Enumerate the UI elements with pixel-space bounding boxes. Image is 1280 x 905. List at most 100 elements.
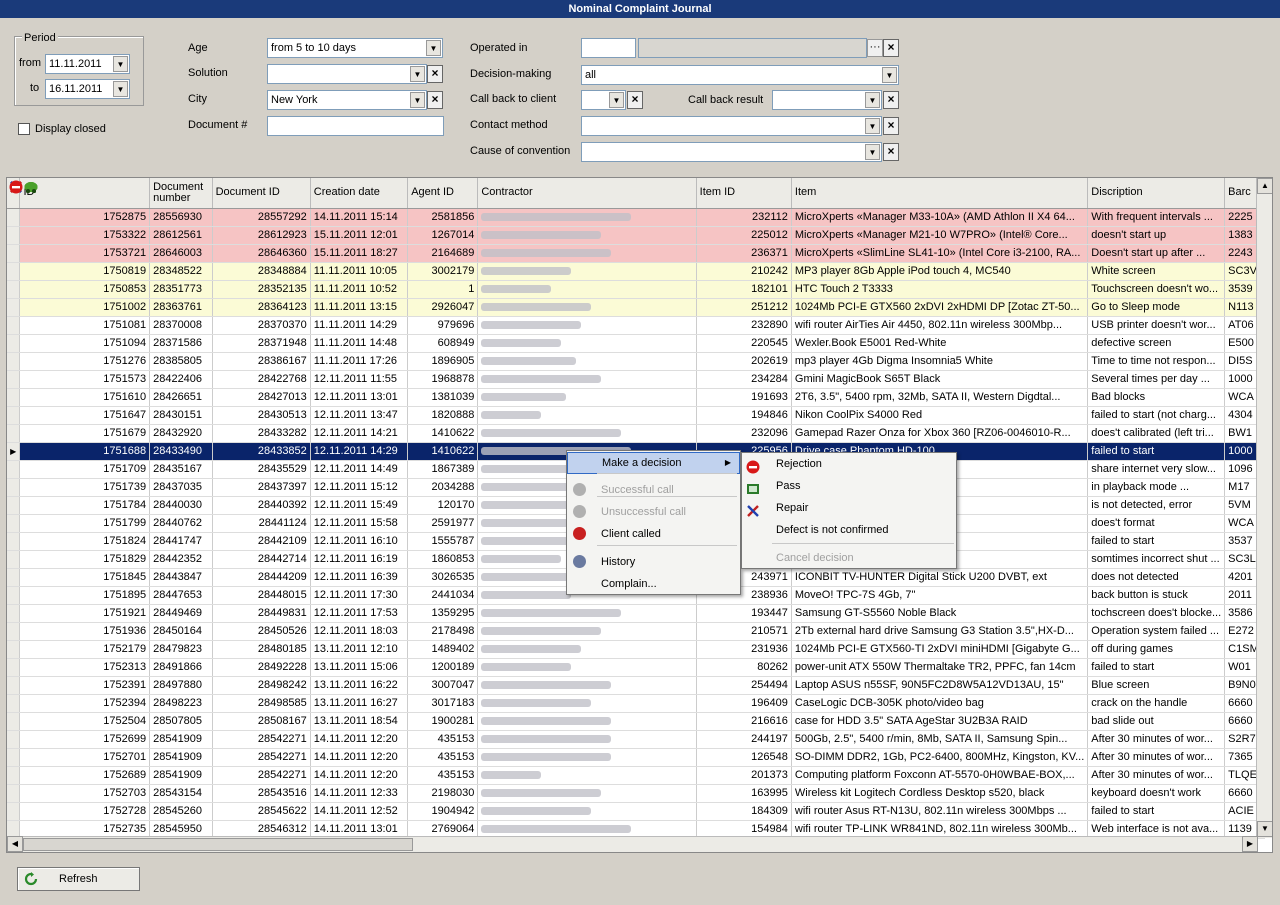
cell-description[interactable]: share internet very slow... bbox=[1087, 460, 1226, 479]
cell-description[interactable]: failed to start bbox=[1087, 802, 1226, 821]
chevron-down-icon[interactable]: ▼ bbox=[113, 81, 128, 97]
cell-document-number[interactable]: 28385805 bbox=[149, 352, 213, 371]
cell-creation-date[interactable]: 12.11.2011 13:01 bbox=[310, 388, 409, 407]
cell-creation-date[interactable]: 12.11.2011 13:47 bbox=[310, 406, 409, 425]
cell-contractor[interactable] bbox=[477, 604, 697, 623]
cell-item[interactable]: MP3 player 8Gb Apple iPod touch 4, MC540 bbox=[791, 262, 1089, 281]
cell-contractor[interactable] bbox=[477, 298, 697, 317]
cell-document-number[interactable]: 28479823 bbox=[149, 640, 213, 659]
cell-description[interactable]: in playback mode ... bbox=[1087, 478, 1226, 497]
cell-document-number[interactable]: 28437035 bbox=[149, 478, 213, 497]
cell-agent-id[interactable]: 435153 bbox=[407, 766, 479, 785]
cell-document-id[interactable]: 28498585 bbox=[212, 694, 311, 713]
cell-id[interactable]: 1751936 bbox=[19, 622, 151, 641]
cell-description[interactable]: keyboard doesn't work bbox=[1087, 784, 1226, 803]
cell-document-number[interactable]: 28449469 bbox=[149, 604, 213, 623]
table-row[interactable]: 1753322 28612561 28612923 15.11.2011 12:01 1… bbox=[7, 181, 1272, 245]
table-row[interactable]: 1752699 28541909 28542271 14.11.2011 12:20 4… bbox=[7, 730, 1272, 749]
cell-contractor[interactable] bbox=[477, 226, 697, 245]
cell-document-number[interactable]: 28497880 bbox=[149, 676, 213, 695]
cell-id[interactable]: 1752391 bbox=[19, 676, 151, 695]
cell-document-number[interactable]: 28541909 bbox=[149, 766, 213, 785]
cell-item-id[interactable]: 210242 bbox=[696, 262, 792, 281]
cell-description[interactable]: failed to start bbox=[1087, 442, 1226, 461]
cell-document-number[interactable]: 28348522 bbox=[149, 262, 213, 281]
cell-id[interactable]: 1751610 bbox=[19, 388, 151, 407]
menu-item-make-a-decision[interactable]: Make a decision ▶ bbox=[567, 452, 740, 474]
cell-agent-id[interactable]: 1 bbox=[407, 280, 479, 299]
cell-agent-id[interactable]: 1410622 bbox=[407, 442, 479, 461]
menu-item-complain[interactable]: Complain... bbox=[567, 573, 740, 595]
cell-document-id[interactable]: 28433852 bbox=[212, 442, 311, 461]
cell-description[interactable]: back button is stuck bbox=[1087, 586, 1226, 605]
cell-id[interactable]: 1751647 bbox=[19, 406, 151, 425]
table-row[interactable]: 1752703 28543154 28543516 14.11.2011 12:33 2… bbox=[7, 180, 1272, 803]
cell-id[interactable]: 1752728 bbox=[19, 802, 151, 821]
horizontal-scrollbar[interactable]: ◀ ▶ bbox=[7, 836, 1258, 852]
cell-document-number[interactable]: 28371586 bbox=[149, 334, 213, 353]
cell-contractor[interactable] bbox=[477, 424, 697, 443]
column-header-id[interactable]: ID bbox=[19, 178, 151, 209]
column-header-agent-id[interactable]: Agent ID bbox=[407, 178, 479, 209]
cell-document-number[interactable]: 28498223 bbox=[149, 694, 213, 713]
cell-creation-date[interactable]: 12.11.2011 11:55 bbox=[310, 370, 409, 389]
column-header-item[interactable]: Item bbox=[791, 178, 1089, 209]
cell-creation-date[interactable]: 11.11.2011 10:05 bbox=[310, 262, 409, 281]
menu-item-history[interactable]: History bbox=[567, 551, 740, 573]
cell-item[interactable]: Nikon CoolPix S4000 Red bbox=[791, 406, 1089, 425]
cell-agent-id[interactable]: 608949 bbox=[407, 334, 479, 353]
cell-item[interactable]: Gamepad Razer Onza for Xbox 360 [RZ06-00… bbox=[791, 424, 1089, 443]
cell-agent-id[interactable]: 120170 bbox=[407, 496, 479, 515]
contact-select[interactable]: ▼ bbox=[581, 116, 882, 136]
cell-document-number[interactable]: 28507805 bbox=[149, 712, 213, 731]
cell-id[interactable]: 1751094 bbox=[19, 334, 151, 353]
cell-description[interactable]: failed to start (not charg... bbox=[1087, 406, 1226, 425]
table-row[interactable]: 1751679 28432920 28433282 12.11.2011 14:21 1… bbox=[7, 424, 1272, 443]
chevron-down-icon[interactable]: ▼ bbox=[410, 92, 425, 108]
cell-document-id[interactable]: 28364123 bbox=[212, 298, 311, 317]
table-row[interactable]: 1752701 28541909 28542271 14.11.2011 12:20 4… bbox=[7, 748, 1272, 767]
cell-description[interactable]: Several times per day ... bbox=[1087, 370, 1226, 389]
cell-creation-date[interactable]: 12.11.2011 17:30 bbox=[310, 586, 409, 605]
cell-document-number[interactable]: 28441747 bbox=[149, 532, 213, 551]
cell-creation-date[interactable]: 13.11.2011 15:06 bbox=[310, 658, 409, 677]
cell-contractor[interactable] bbox=[477, 208, 697, 227]
cell-id[interactable]: 1752703 bbox=[9, 180, 151, 803]
cell-item-id[interactable]: 216616 bbox=[696, 712, 792, 731]
cell-document-id[interactable]: 28348884 bbox=[212, 262, 311, 281]
operated-clear-button[interactable]: × bbox=[883, 39, 899, 57]
cell-description[interactable]: After 30 minutes of wor... bbox=[1087, 748, 1226, 767]
cell-contractor[interactable] bbox=[477, 388, 697, 407]
column-header-item-id[interactable]: Item ID bbox=[696, 178, 792, 209]
cell-agent-id[interactable]: 435153 bbox=[407, 748, 479, 767]
table-row[interactable]: 1751647 28430151 28430513 12.11.2011 13:47 1… bbox=[7, 406, 1272, 425]
cell-item[interactable]: 500Gb, 2.5", 5400 r/min, 8Mb, SATA II, S… bbox=[791, 730, 1089, 749]
cell-id[interactable]: 1751921 bbox=[19, 604, 151, 623]
cell-item[interactable]: Gmini MagicBook S65T Black bbox=[791, 370, 1089, 389]
submenu-item-defect-is-not-confirmed[interactable]: Defect is not confirmed bbox=[742, 519, 956, 541]
cell-creation-date[interactable]: 12.11.2011 15:12 bbox=[310, 478, 409, 497]
table-row[interactable]: 1752875 28556930 28557292 14.11.2011 15:14 2… bbox=[7, 181, 1272, 227]
cell-description[interactable]: Go to Sleep mode bbox=[1087, 298, 1226, 317]
cell-description[interactable]: Blue screen bbox=[1087, 676, 1226, 695]
decision-select[interactable]: all ▼ bbox=[581, 65, 899, 85]
cell-description[interactable]: failed to start bbox=[1087, 532, 1226, 551]
cell-item[interactable]: SO-DIMM DDR2, 1Gb, PC2-6400, 800MHz, Kin… bbox=[791, 748, 1089, 767]
cell-creation-date[interactable]: 12.11.2011 18:03 bbox=[310, 622, 409, 641]
chevron-down-icon[interactable]: ▼ bbox=[609, 92, 624, 108]
cell-document-number[interactable]: 28442352 bbox=[149, 550, 213, 569]
cell-description[interactable]: Doesn't start up after ... bbox=[1087, 244, 1226, 263]
cell-item-id[interactable]: 232890 bbox=[696, 316, 792, 335]
cell-document-number[interactable]: 28450164 bbox=[149, 622, 213, 641]
cell-agent-id[interactable]: 1896905 bbox=[407, 352, 479, 371]
cell-document-id[interactable]: 28612923 bbox=[212, 226, 311, 245]
cell-creation-date[interactable]: 13.11.2011 18:54 bbox=[310, 712, 409, 731]
cell-item[interactable]: 2T6, 3.5", 5400 rpm, 32Mb, SATA II, West… bbox=[791, 388, 1089, 407]
age-select[interactable]: from 5 to 10 days ▼ bbox=[267, 38, 443, 58]
cell-id[interactable]: 1750853 bbox=[19, 280, 151, 299]
cell-item-id[interactable]: 234284 bbox=[696, 370, 792, 389]
cell-id[interactable]: 1752701 bbox=[19, 748, 151, 767]
cell-document-id[interactable]: 28442109 bbox=[212, 532, 311, 551]
cell-creation-date[interactable]: 14.11.2011 12:52 bbox=[310, 802, 409, 821]
table-row[interactable]: 1751002 28363761 28364123 11.11.2011 13:15 2… bbox=[7, 298, 1272, 317]
